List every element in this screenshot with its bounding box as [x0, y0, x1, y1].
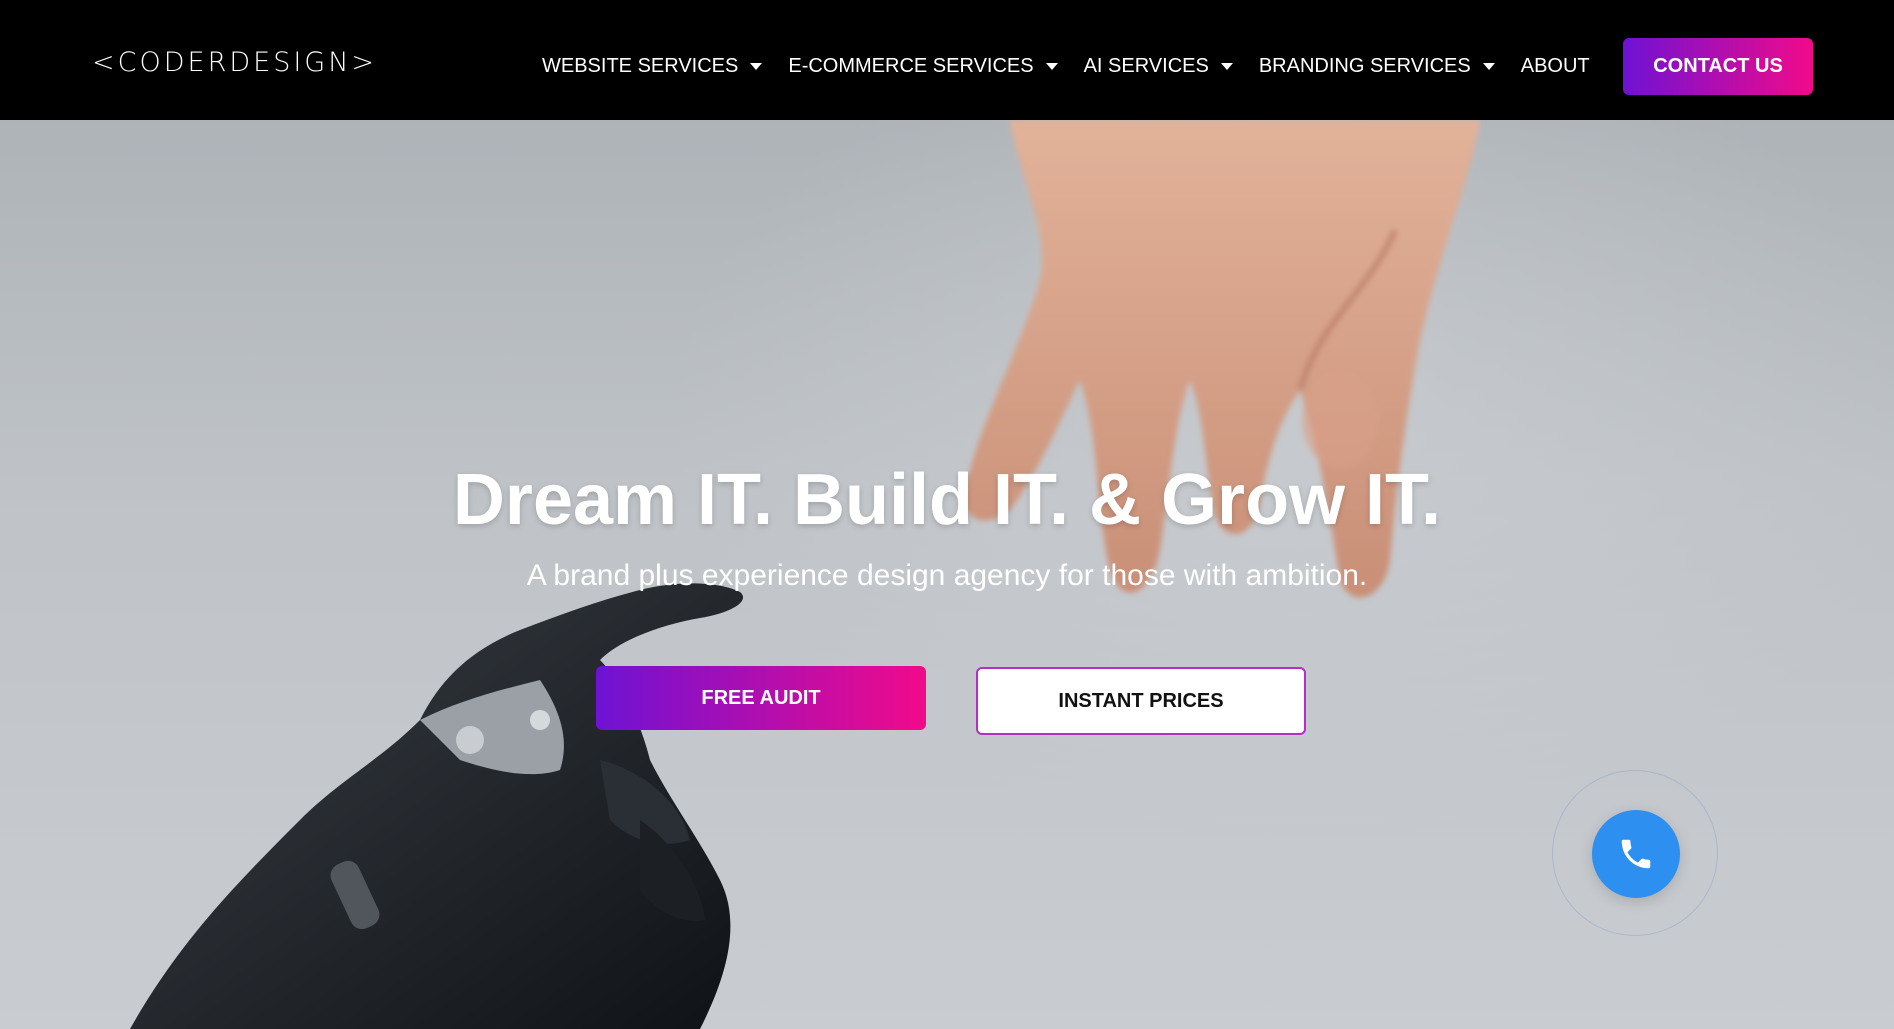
- nav-item-ecommerce-services[interactable]: E-COMMERCE SERVICES: [788, 54, 1058, 78]
- nav-item-label: AI SERVICES: [1083, 54, 1209, 77]
- caret-down-icon: [1045, 62, 1058, 70]
- nav-item-ai-services[interactable]: AI SERVICES: [1084, 55, 1233, 78]
- robot-hand-shape: [130, 583, 744, 1029]
- instant-prices-button[interactable]: INSTANT PRICES: [976, 667, 1306, 735]
- contact-us-button[interactable]: CONTACT US: [1623, 38, 1813, 95]
- phone-icon: [1621, 839, 1651, 869]
- nav-item-label: E-COMMERCE SERVICES: [788, 54, 1034, 77]
- nav-item-branding-services[interactable]: BRANDING SERVICES: [1259, 55, 1495, 78]
- hero-section: Dream IT. Build IT. & Grow IT. A brand p…: [0, 120, 1894, 1029]
- caret-down-icon: [750, 62, 763, 70]
- nav-item-label: ABOUT: [1520, 54, 1590, 77]
- call-button[interactable]: [1592, 810, 1680, 898]
- free-audit-button[interactable]: FREE AUDIT: [596, 666, 926, 730]
- top-navbar: <CODERDESIGN> WEBSITE SERVICES E-COMMERC…: [0, 0, 1894, 120]
- hero-subtitle: A brand plus experience design agency fo…: [526, 559, 1368, 592]
- hero-title: Dream IT. Build IT. & Grow IT.: [452, 460, 1442, 540]
- nav-item-label: BRANDING SERVICES: [1258, 54, 1471, 77]
- caret-down-icon: [1482, 62, 1495, 70]
- main-nav: WEBSITE SERVICES E-COMMERCE SERVICES AI …: [542, 52, 1616, 80]
- nav-item-website-services[interactable]: WEBSITE SERVICES: [542, 54, 763, 78]
- nav-item-label: WEBSITE SERVICES: [542, 54, 739, 77]
- site-logo[interactable]: <CODERDESIGN>: [92, 48, 377, 78]
- caret-down-icon: [1220, 62, 1233, 70]
- nav-item-about[interactable]: ABOUT: [1521, 55, 1590, 78]
